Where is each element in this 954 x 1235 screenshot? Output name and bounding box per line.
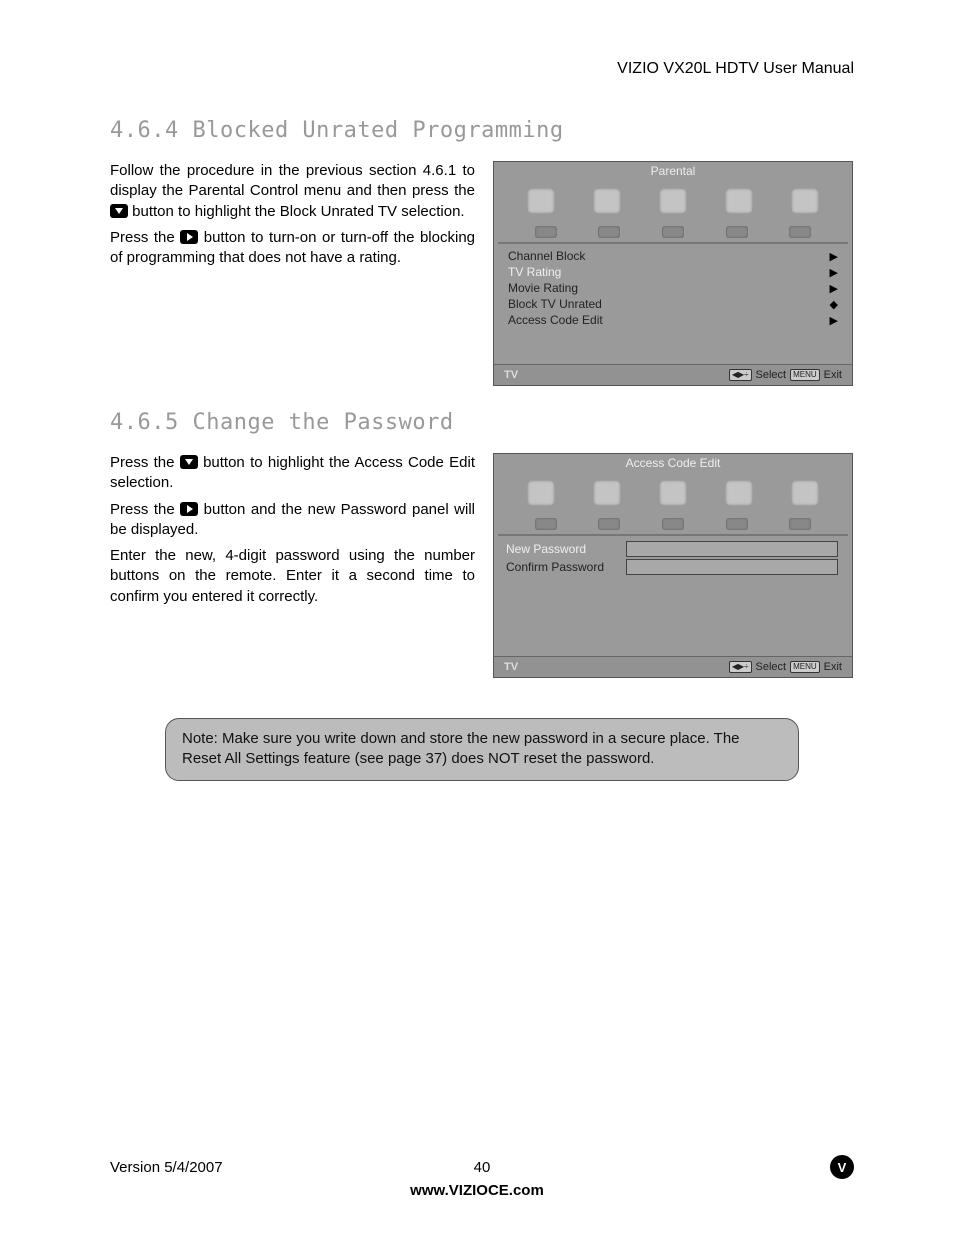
osd-screenshot-password: Access Code Edit New Password (493, 453, 853, 678)
chevron-right-icon: ▶ (830, 314, 838, 327)
footer-page-number: 40 (110, 1159, 854, 1176)
osd-icon (527, 480, 555, 506)
osd-item-block-unrated: Block TV Unrated ◆ (508, 296, 852, 312)
osd-footer-select: Select (756, 369, 787, 381)
osd-footer-right: ◀▶÷ Select MENU Exit (729, 661, 842, 673)
osd-icon (725, 480, 753, 506)
para-2-3: Enter the new, 4-digit password using th… (110, 546, 475, 607)
para-2-1: Press the button to highlight the Access… (110, 453, 475, 494)
section-heading-1: 4.6.4 Blocked Unrated Programming (110, 118, 854, 143)
osd-sub-icon (789, 518, 811, 530)
osd-icon (791, 480, 819, 506)
osd-item-access-code-edit: Access Code Edit ▶ (508, 312, 852, 328)
chevron-right-icon: ▶ (830, 282, 838, 295)
osd-row-new-password: New Password (494, 540, 852, 558)
manual-page: VIZIO VX20L HDTV User Manual 4.6.4 Block… (0, 0, 954, 1235)
osd-sub-icon (598, 518, 620, 530)
footer-url: www.VIZIOCE.com (0, 1182, 954, 1199)
osd-sub-icon (535, 226, 557, 238)
osd-icon (593, 480, 621, 506)
section-text-2: Press the button to highlight the Access… (110, 453, 475, 678)
osd-item-tv-rating: TV Rating ▶ (508, 264, 852, 280)
osd-row-confirm-password: Confirm Password (494, 558, 852, 576)
text: Follow the procedure in the previous sec… (110, 162, 475, 199)
down-arrow-button-icon (110, 204, 128, 218)
osd-footer-exit: Exit (824, 369, 842, 381)
password-input-box (626, 541, 838, 557)
osd-footer-left: TV (504, 661, 518, 673)
osd-footer-exit: Exit (824, 661, 842, 673)
osd-icon (659, 188, 687, 214)
osd-sub-icons (494, 222, 852, 242)
section-body-1: Follow the procedure in the previous sec… (110, 161, 854, 386)
osd-footer-select: Select (756, 661, 787, 673)
osd-item-label: TV Rating (508, 265, 561, 279)
text: button to highlight the Block Unrated TV… (128, 203, 465, 220)
osd-sub-icon (726, 226, 748, 238)
section-text-1: Follow the procedure in the previous sec… (110, 161, 475, 386)
password-input-box (626, 559, 838, 575)
osd-screenshot-parental: Parental Channel Block ▶ TV Rating ▶ Movie… (493, 161, 853, 386)
para-1-2: Press the button to turn-on or turn-off … (110, 228, 475, 269)
osd-icon (527, 188, 555, 214)
right-arrow-button-icon (180, 230, 198, 244)
osd-password-rows: New Password Confirm Password (494, 536, 852, 576)
osd-sub-icon (726, 518, 748, 530)
menu-key-icon: MENU (790, 661, 820, 673)
osd-icon (791, 188, 819, 214)
osd-footer: TV ◀▶÷ Select MENU Exit (494, 656, 852, 677)
page-footer: Version 5/4/2007 40 V (110, 1155, 854, 1179)
osd-menu-items: Channel Block▶ TV Rating▶ Movie Rating▶ … (494, 244, 852, 328)
para-2-2: Press the button and the new Password pa… (110, 500, 475, 541)
osd-icon (659, 480, 687, 506)
text: Press the (110, 501, 180, 518)
text: Press the (110, 229, 180, 246)
osd-sub-icon (662, 518, 684, 530)
osd-footer-right: ◀▶÷ Select MENU Exit (729, 369, 842, 381)
osd-row-label: Confirm Password (506, 560, 626, 574)
chevron-right-icon: ▶ (830, 266, 838, 279)
osd-item-label: Channel Block (508, 249, 585, 263)
osd-sub-icon (598, 226, 620, 238)
nav-key-icon: ◀▶÷ (729, 369, 752, 381)
osd-item-channel-block: Channel Block ▶ (508, 248, 852, 264)
diamond-icon: ◆ (830, 298, 838, 311)
osd-item-label: Block TV Unrated (508, 297, 602, 311)
osd-item-label: Access Code Edit (508, 313, 603, 327)
menu-key-icon: MENU (790, 369, 820, 381)
osd-footer: TV ◀▶÷ Select MENU Exit (494, 364, 852, 385)
text: Press the (110, 454, 180, 471)
header-manual-title: VIZIO VX20L HDTV User Manual (110, 60, 854, 78)
osd-row-label: New Password (506, 542, 626, 556)
osd-sub-icons (494, 514, 852, 534)
osd-item-label: Movie Rating (508, 281, 578, 295)
osd-title: Parental (494, 162, 852, 180)
section-body-2: Press the button to highlight the Access… (110, 453, 854, 678)
osd-sub-icon (662, 226, 684, 238)
chevron-right-icon: ▶ (830, 250, 838, 263)
osd-sub-icon (789, 226, 811, 238)
osd-top-icons (494, 180, 852, 222)
down-arrow-button-icon (180, 455, 198, 469)
osd-sub-icon (535, 518, 557, 530)
section-heading-2: 4.6.5 Change the Password (110, 410, 854, 435)
note-callout: Note: Make sure you write down and store… (165, 718, 799, 781)
osd-title: Access Code Edit (494, 454, 852, 472)
para-1-1: Follow the procedure in the previous sec… (110, 161, 475, 222)
right-arrow-button-icon (180, 502, 198, 516)
nav-key-icon: ◀▶÷ (729, 661, 752, 673)
osd-top-icons (494, 472, 852, 514)
osd-item-movie-rating: Movie Rating ▶ (508, 280, 852, 296)
osd-icon (725, 188, 753, 214)
osd-icon (593, 188, 621, 214)
osd-footer-left: TV (504, 369, 518, 381)
